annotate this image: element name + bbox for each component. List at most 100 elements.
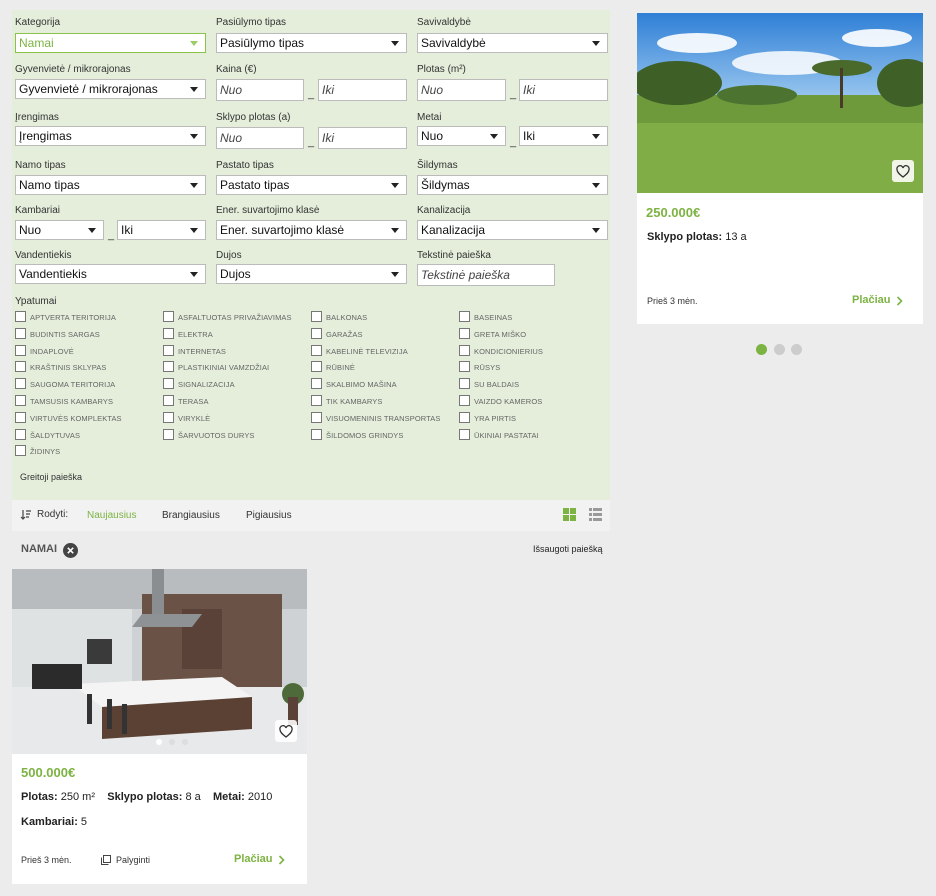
ypatumai-checkbox-label[interactable]: VAIZDO KAMEROS (474, 397, 542, 406)
ypatumai-checkbox[interactable] (459, 361, 470, 373)
ypatumai-checkbox-label[interactable]: APTVERTA TERITORIJA (30, 313, 116, 322)
plotas-from-input[interactable]: Nuo (417, 79, 506, 101)
featured-carousel-dot-1[interactable] (756, 344, 767, 355)
ypatumai-checkbox-label[interactable]: ŠARVUOTOS DURYS (178, 431, 255, 440)
sort-most-expensive[interactable]: Brangiausius (162, 510, 220, 521)
compare-link[interactable]: Palyginti (116, 855, 150, 865)
pasiulymo-tipas-select[interactable]: Pasiūlymo tipas (216, 33, 407, 53)
listing-card[interactable]: 500.000€ Plotas: 250 m² Sklypo plotas: 8… (12, 569, 307, 884)
ypatumai-checkbox[interactable] (15, 445, 26, 457)
kaina-to-input[interactable]: Iki (318, 79, 407, 101)
carousel-dot-3[interactable] (182, 739, 188, 745)
ypatumai-checkbox-label[interactable]: YRA PIRTIS (474, 414, 516, 423)
sklypo-plotas-from-input[interactable]: Nuo (216, 127, 304, 149)
carousel-dot-1[interactable] (156, 739, 162, 745)
ypatumai-checkbox[interactable] (15, 428, 26, 440)
kategorija-select[interactable]: Namai (15, 33, 206, 53)
ypatumai-checkbox-label[interactable]: BALKONAS (326, 313, 367, 322)
ypatumai-checkbox-label[interactable]: ŪKINIAI PASTATAI (474, 431, 539, 440)
ypatumai-checkbox[interactable] (311, 378, 322, 390)
ypatumai-checkbox-label[interactable]: SIGNALIZACIJA (178, 380, 235, 389)
ypatumai-checkbox[interactable] (163, 327, 174, 339)
ypatumai-checkbox[interactable] (15, 327, 26, 339)
ypatumai-checkbox-label[interactable]: ELEKTRA (178, 330, 213, 339)
ypatumai-checkbox-label[interactable]: KABELINĖ TELEVIZIJA (326, 347, 408, 356)
ypatumai-checkbox[interactable] (311, 395, 322, 406)
sklypo-plotas-to-input[interactable]: Iki (318, 127, 407, 149)
listing-more-link[interactable]: Plačiau (234, 853, 273, 865)
kambariai-to-select[interactable]: Iki (117, 220, 206, 240)
ypatumai-checkbox[interactable] (163, 311, 174, 322)
tekstine-paieska-input[interactable]: Tekstinė paieška (417, 264, 555, 286)
ypatumai-checkbox[interactable] (163, 344, 174, 356)
ypatumai-checkbox[interactable] (311, 361, 322, 373)
ypatumai-checkbox[interactable] (311, 327, 322, 339)
ypatumai-checkbox-label[interactable]: RŪBINĖ (326, 363, 355, 372)
ypatumai-checkbox-label[interactable]: BASEINAS (474, 313, 512, 322)
ypatumai-checkbox[interactable] (459, 395, 470, 406)
featured-carousel-dot-2[interactable] (774, 344, 785, 355)
pastato-tipas-select[interactable]: Pastato tipas (216, 175, 407, 195)
ypatumai-checkbox[interactable] (15, 378, 26, 390)
ypatumai-checkbox-label[interactable]: BUDINTIS SARGAS (30, 330, 100, 339)
ypatumai-checkbox-label[interactable]: INDAPLOVĖ (30, 347, 74, 356)
ypatumai-checkbox-label[interactable]: TERASA (178, 397, 209, 406)
ypatumai-checkbox-label[interactable]: SKALBIMO MAŠINA (326, 380, 397, 389)
ypatumai-checkbox-label[interactable]: TIK KAMBARYS (326, 397, 383, 406)
save-search-link[interactable]: Išsaugoti paiešką (533, 544, 603, 554)
ypatumai-checkbox[interactable] (15, 361, 26, 373)
ypatumai-checkbox[interactable] (163, 361, 174, 373)
savivaldybe-select[interactable]: Savivaldybė (417, 33, 608, 53)
quick-search-link[interactable]: Greitoji paieška (20, 472, 82, 482)
ypatumai-checkbox-label[interactable]: ŽIDINYS (30, 447, 60, 456)
ypatumai-checkbox[interactable] (459, 311, 470, 322)
ypatumai-checkbox[interactable] (163, 378, 174, 390)
sildymas-select[interactable]: Šildymas (417, 175, 608, 195)
namo-tipas-select[interactable]: Namo tipas (15, 175, 206, 195)
ypatumai-checkbox[interactable] (311, 344, 322, 356)
kaina-from-input[interactable]: Nuo (216, 79, 304, 101)
ypatumai-checkbox-label[interactable]: ASFALTUOTAS PRIVAŽIAVIMAS (178, 313, 292, 322)
listing-photo[interactable] (12, 569, 307, 754)
ypatumai-checkbox-label[interactable]: SAUGOMA TERITORIJA (30, 380, 115, 389)
ypatumai-checkbox-label[interactable]: VIRYKLĖ (178, 414, 210, 423)
carousel-dot-2[interactable] (169, 739, 175, 745)
featured-more-link[interactable]: Plačiau (852, 294, 891, 306)
featured-heart-icon[interactable] (892, 160, 914, 182)
gyvenviete-select[interactable]: Gyvenvietė / mikrorajonas (15, 79, 206, 99)
sort-newest[interactable]: Naujausius (87, 510, 136, 521)
featured-carousel-dot-3[interactable] (791, 344, 802, 355)
ypatumai-checkbox-label[interactable]: KRAŠTINIS SKLYPAS (30, 363, 106, 372)
metai-from-select[interactable]: Nuo (417, 126, 506, 146)
ypatumai-checkbox[interactable] (163, 428, 174, 440)
kambariai-from-select[interactable]: Nuo (15, 220, 104, 240)
metai-to-select[interactable]: Iki (519, 126, 608, 146)
favorite-heart-icon[interactable] (275, 720, 297, 742)
ypatumai-checkbox[interactable] (459, 327, 470, 339)
ypatumai-checkbox-label[interactable]: VISUOMENINIS TRANSPORTAS (326, 414, 441, 423)
ypatumai-checkbox-label[interactable]: ŠILDOMOS GRINDYS (326, 431, 403, 440)
ypatumai-checkbox[interactable] (459, 428, 470, 440)
featured-card[interactable]: 250.000€ Sklypo plotas: 13 a Prieš 3 mėn… (637, 13, 923, 324)
ypatumai-checkbox[interactable] (311, 428, 322, 440)
ypatumai-checkbox[interactable] (163, 411, 174, 423)
ypatumai-checkbox-label[interactable]: GARAŽAS (326, 330, 363, 339)
ypatumai-checkbox-label[interactable]: VIRTUVĖS KOMPLEKTAS (30, 414, 122, 423)
ypatumai-checkbox[interactable] (15, 395, 26, 406)
ypatumai-checkbox[interactable] (459, 411, 470, 423)
ypatumai-checkbox[interactable] (311, 411, 322, 423)
list-view-icon[interactable] (589, 508, 602, 521)
ypatumai-checkbox-label[interactable]: GRETA MIŠKO (474, 330, 526, 339)
ypatumai-checkbox-label[interactable]: INTERNETAS (178, 347, 226, 356)
ypatumai-checkbox[interactable] (459, 378, 470, 390)
sort-cheapest[interactable]: Pigiausius (246, 510, 292, 521)
ypatumai-checkbox-label[interactable]: SU BALDAIS (474, 380, 519, 389)
ypatumai-checkbox-label[interactable]: ŠALDYTUVAS (30, 431, 80, 440)
ypatumai-checkbox[interactable] (15, 411, 26, 423)
ypatumai-checkbox[interactable] (15, 311, 26, 322)
ypatumai-checkbox[interactable] (311, 311, 322, 322)
dujos-select[interactable]: Dujos (216, 264, 407, 284)
remove-tag-icon[interactable] (63, 543, 78, 558)
ypatumai-checkbox-label[interactable]: TAMSUSIS KAMBARYS (30, 397, 113, 406)
compare-icon[interactable] (101, 855, 111, 865)
